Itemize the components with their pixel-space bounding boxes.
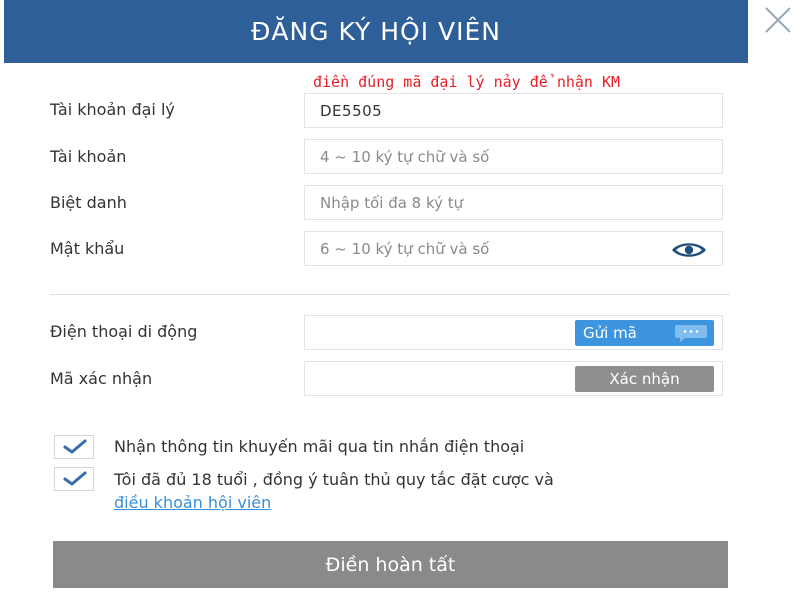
verify-label: Xác nhận bbox=[609, 370, 680, 388]
nickname-label: Biệt danh bbox=[50, 193, 127, 212]
promo-sms-checkbox[interactable] bbox=[54, 435, 94, 459]
password-label: Mật khẩu bbox=[50, 239, 125, 258]
close-icon bbox=[765, 7, 791, 33]
account-input[interactable] bbox=[305, 140, 722, 173]
age-terms-text: Tôi đã đủ 18 tuổi , đồng ý tuân thủ quy … bbox=[114, 470, 554, 489]
verification-field: Xác nhận bbox=[304, 361, 723, 396]
send-code-button[interactable]: Gửi mã bbox=[575, 320, 714, 346]
phone-label: Điện thoại di động bbox=[50, 322, 198, 341]
checkmark-icon bbox=[63, 439, 87, 454]
nickname-field bbox=[304, 185, 723, 220]
agent-account-field bbox=[304, 93, 723, 128]
agent-promo-note: điền đúng mã đại lý nảy để nhận KM bbox=[313, 73, 621, 91]
verification-label: Mã xác nhận bbox=[50, 369, 153, 388]
age-terms-checkbox[interactable] bbox=[54, 467, 94, 491]
promo-sms-text: Nhận thông tin khuyến mãi qua tin nhắn đ… bbox=[114, 437, 525, 456]
submit-label: Điền hoàn tất bbox=[325, 553, 456, 576]
agent-account-input[interactable] bbox=[305, 94, 722, 127]
send-code-label: Gửi mã bbox=[583, 324, 637, 342]
section-divider bbox=[50, 294, 730, 295]
nickname-input[interactable] bbox=[305, 186, 722, 219]
chat-icon bbox=[675, 325, 707, 342]
agent-account-label: Tài khoản đại lý bbox=[50, 100, 175, 119]
dialog-header: ĐĂNG KÝ HỘI VIÊN bbox=[4, 0, 748, 63]
password-input[interactable] bbox=[305, 232, 722, 265]
registration-dialog: ĐĂNG KÝ HỘI VIÊN điền đúng mã đại lý nảy… bbox=[0, 0, 800, 600]
account-field bbox=[304, 139, 723, 174]
show-password-icon[interactable] bbox=[671, 242, 707, 258]
dialog-title: ĐĂNG KÝ HỘI VIÊN bbox=[251, 17, 501, 46]
phone-field: Gửi mã bbox=[304, 315, 723, 350]
account-label: Tài khoản bbox=[50, 147, 127, 166]
phone-input[interactable] bbox=[305, 316, 575, 349]
verification-input[interactable] bbox=[305, 362, 575, 395]
checkmark-icon bbox=[63, 471, 87, 486]
password-field bbox=[304, 231, 723, 266]
close-button[interactable] bbox=[752, 0, 800, 40]
submit-button[interactable]: Điền hoàn tất bbox=[53, 541, 728, 588]
member-terms-link[interactable]: điều khoản hội viên bbox=[114, 493, 271, 512]
verify-button[interactable]: Xác nhận bbox=[575, 366, 714, 392]
